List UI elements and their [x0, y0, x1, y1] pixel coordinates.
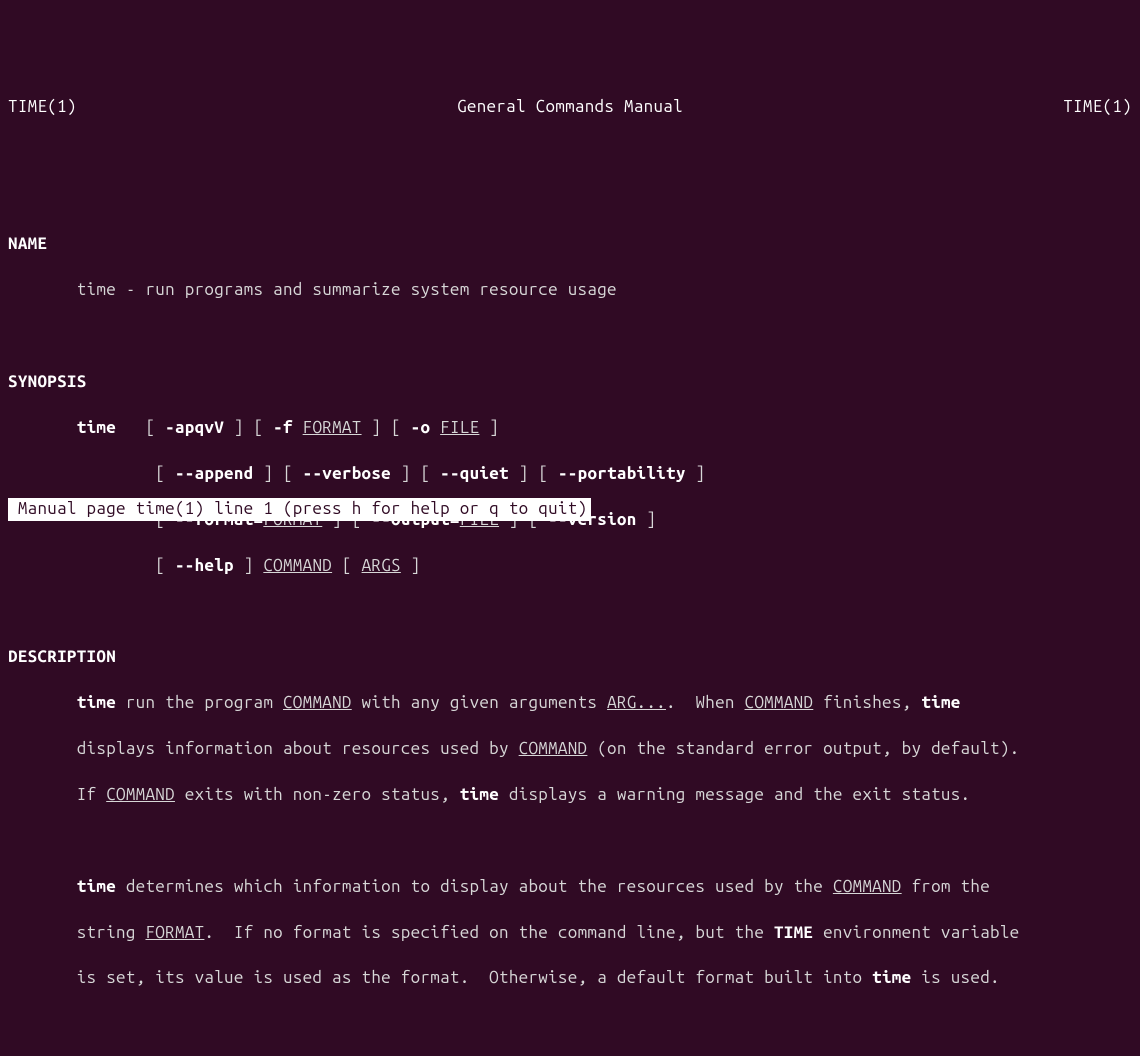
desc-p2-l2: string FORMAT. If no format is specified…	[8, 922, 1132, 945]
header-left: TIME(1)	[8, 96, 77, 119]
synopsis-line-4: [ --help ] COMMAND [ ARGS ]	[8, 555, 1132, 578]
header-right: TIME(1)	[1063, 96, 1132, 119]
desc-p2-l3: is set, its value is used as the format.…	[8, 967, 1132, 990]
desc-p2-l1: time determines which information to dis…	[8, 876, 1132, 899]
synopsis-line-2: [ --append ] [ --verbose ] [ --quiet ] […	[8, 463, 1132, 486]
section-description-head: DESCRIPTION	[8, 646, 1132, 669]
desc-p1-l3: If COMMAND exits with non-zero status, t…	[8, 784, 1132, 807]
synopsis-line-1: time [ -apqvV ] [ -f FORMAT ] [ -o FILE …	[8, 417, 1132, 440]
man-page-header: TIME(1) General Commands Manual TIME(1)	[0, 92, 1140, 119]
man-page-content[interactable]: NAME time - run programs and summarize s…	[0, 165, 1140, 1056]
section-name-head: NAME	[8, 233, 1132, 256]
desc-p1-l1: time run the program COMMAND with any gi…	[8, 692, 1132, 715]
section-name-body: time - run programs and summarize system…	[8, 279, 1132, 302]
header-center: General Commands Manual	[457, 96, 683, 119]
desc-p1-l2: displays information about resources use…	[8, 738, 1132, 761]
pager-status-bar[interactable]: Manual page time(1) line 1 (press h for …	[8, 498, 591, 521]
section-synopsis-head: SYNOPSIS	[8, 371, 1132, 394]
